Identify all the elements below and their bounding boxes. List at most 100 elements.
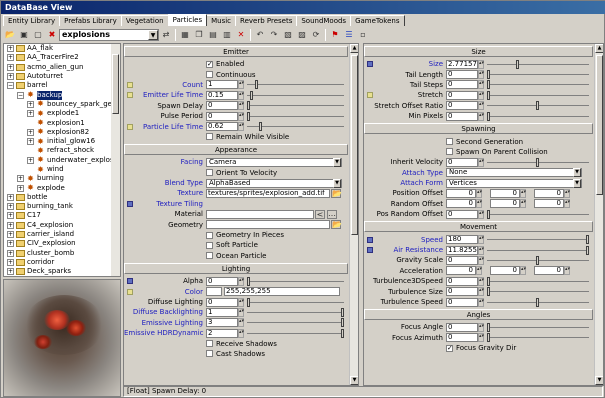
expand-icon[interactable]: + <box>7 221 14 229</box>
tree-item[interactable]: ✸ explosion1 <box>4 118 120 127</box>
speed-slider[interactable] <box>487 235 589 245</box>
inherit-spinner[interactable]: ▴▾ <box>478 157 484 167</box>
focus-angle-knob[interactable] <box>487 322 490 332</box>
tree-item[interactable]: + corridor <box>4 258 120 267</box>
redo-icon[interactable]: ↷ <box>268 29 280 40</box>
save-icon[interactable]: ▣ <box>18 29 30 40</box>
tree-item[interactable]: + C17 <box>4 211 120 220</box>
tree-item[interactable]: +doors <box>4 276 120 277</box>
rand-offset-z-spinner[interactable]: ▴▾ <box>564 199 570 209</box>
inherit-slider[interactable] <box>487 157 589 167</box>
stretch-input[interactable]: 0 <box>446 90 478 100</box>
copy-icon[interactable]: ❐ <box>193 29 205 40</box>
turbspeed-spinner[interactable]: ▴▾ <box>478 297 484 307</box>
tree-item[interactable]: + ✸ initial_glow16 <box>4 137 120 146</box>
flag-icon[interactable]: ⚑ <box>329 29 341 40</box>
delete-icon[interactable]: ✖ <box>46 29 58 40</box>
clone-icon[interactable]: ▥ <box>221 29 233 40</box>
expand-icon[interactable]: + <box>27 100 34 108</box>
color-input[interactable]: 255,255,255 <box>224 287 340 297</box>
focus-az-input[interactable]: 0 <box>446 333 478 343</box>
rand-offset-x-spinner[interactable]: ▴▾ <box>476 199 482 209</box>
undo-icon[interactable]: ↶ <box>254 29 266 40</box>
turbsize-spinner[interactable]: ▴▾ <box>478 287 484 297</box>
material-input[interactable] <box>206 209 314 219</box>
tail-length-input[interactable]: 0 <box>446 70 478 80</box>
recv-checkbox[interactable] <box>206 340 213 348</box>
alpha-knob[interactable] <box>247 276 250 286</box>
orient-checkbox[interactable] <box>206 169 213 177</box>
pos-rand-input[interactable]: 0 <box>446 209 478 219</box>
size-input[interactable]: 2.77157 <box>446 59 478 69</box>
focus-az-spinner[interactable]: ▴▾ <box>478 333 484 343</box>
tab-soundmoods[interactable]: SoundMoods <box>296 15 352 26</box>
diffuse-spinner[interactable]: ▴▾ <box>238 297 244 307</box>
turbspeed-knob[interactable] <box>535 297 539 307</box>
curve-key-icon[interactable] <box>367 61 373 68</box>
min-pixels-knob[interactable] <box>487 111 490 121</box>
diffuse-knob[interactable] <box>247 297 250 307</box>
tab-gametokens[interactable]: GameTokens <box>350 15 405 26</box>
expand-icon[interactable]: + <box>27 110 34 118</box>
browse-folder-icon[interactable]: 📂 <box>331 188 342 198</box>
particle-life-input[interactable]: 0.62 <box>206 122 238 132</box>
focus-angle-input[interactable]: 0 <box>446 322 478 332</box>
expand-icon[interactable]: + <box>7 268 14 276</box>
new-icon[interactable]: ▢ <box>32 29 44 40</box>
second-gen-checkbox[interactable] <box>446 138 453 146</box>
texture-input[interactable]: textures/sprites/explosion_add.tif <box>206 188 330 198</box>
air-knob[interactable] <box>585 245 589 255</box>
collapse-icon[interactable]: − <box>17 91 24 99</box>
accel-y-spinner[interactable]: ▴▾ <box>520 266 526 276</box>
tail-length-slider[interactable] <box>487 70 589 80</box>
focus-az-slider[interactable] <box>487 333 589 343</box>
spawn-delay-spinner[interactable]: ▴▾ <box>238 101 244 111</box>
soft-checkbox[interactable] <box>206 241 213 249</box>
tab-vegetation[interactable]: Vegetation <box>120 15 169 26</box>
size-header[interactable]: Size <box>364 46 593 57</box>
expand-icon[interactable]: + <box>7 63 14 71</box>
turb3d-slider[interactable] <box>487 276 589 286</box>
particle-life-spinner[interactable]: ▴▾ <box>238 122 244 132</box>
speed-knob[interactable] <box>585 235 589 245</box>
left-scroll-thumb[interactable] <box>351 55 358 235</box>
curve-key-icon[interactable] <box>367 92 373 99</box>
tree-item[interactable]: + ✸ explosion82 <box>4 128 120 137</box>
hdr-slider[interactable] <box>247 328 345 338</box>
particle-preview[interactable] <box>3 279 121 397</box>
scroll-down-icon[interactable]: ▼ <box>595 376 603 385</box>
scroll-up-icon[interactable]: ▲ <box>595 44 603 53</box>
turbspeed-slider[interactable] <box>487 297 589 307</box>
count-input[interactable]: 1 <box>206 80 238 90</box>
size-knob[interactable] <box>515 59 519 69</box>
scroll-down-icon[interactable]: ▼ <box>350 376 358 385</box>
hdr-knob[interactable] <box>341 328 345 338</box>
count-slider-knob[interactable] <box>254 80 258 90</box>
emissive-input[interactable]: 3 <box>206 318 238 328</box>
count-spinner[interactable]: ▴▾ <box>238 80 244 90</box>
expand-icon[interactable]: + <box>7 212 14 220</box>
inherit-knob[interactable] <box>535 157 539 167</box>
tail-length-spinner[interactable]: ▴▾ <box>478 70 484 80</box>
curve-key-icon[interactable] <box>367 236 373 243</box>
turbsize-slider[interactable] <box>487 287 589 297</box>
tree-scrollbar[interactable] <box>111 44 120 276</box>
min-pixels-input[interactable]: 0 <box>446 111 478 121</box>
pulse-period-slider[interactable] <box>247 111 344 121</box>
turbsize-input[interactable]: 0 <box>446 287 478 297</box>
emitter-life-knob[interactable] <box>249 90 253 100</box>
tree-item[interactable]: − barrel <box>4 81 120 90</box>
tail-steps-spinner[interactable]: ▴▾ <box>478 80 484 90</box>
tree-item[interactable]: + CIV_explosion <box>4 239 120 248</box>
air-input[interactable]: 11.8255 <box>446 245 478 255</box>
window-icon[interactable]: ▫ <box>357 29 369 40</box>
pos-offset-y-spinner[interactable]: ▴▾ <box>520 188 526 198</box>
rand-offset-z[interactable]: 0 <box>534 199 564 209</box>
stretch-knob[interactable] <box>487 90 490 100</box>
turb3d-knob[interactable] <box>487 276 490 286</box>
left-panel-scrollbar[interactable]: ▲ ▼ <box>349 44 358 385</box>
tree-item[interactable]: + C4_explosion <box>4 221 120 230</box>
backlight-slider[interactable] <box>247 307 345 317</box>
cast-checkbox[interactable] <box>206 350 213 358</box>
pulse-period-knob[interactable] <box>247 111 250 121</box>
